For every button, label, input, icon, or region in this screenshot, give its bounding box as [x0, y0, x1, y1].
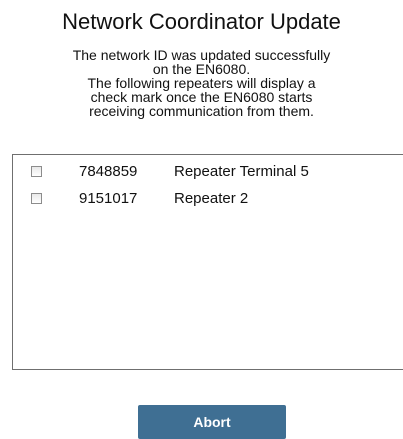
page-title: Network Coordinator Update — [62, 9, 341, 34]
message-line: on the EN6080. — [152, 61, 251, 77]
repeater-list[interactable]: 7848859 Repeater Terminal 5 9151017 Repe… — [12, 154, 403, 370]
repeater-checkbox[interactable] — [31, 193, 42, 204]
message-line: The following repeaters will display a — [87, 75, 316, 91]
message-line: check mark once the EN6080 starts — [90, 89, 313, 105]
status-message: The network ID was updated successfully … — [0, 48, 403, 118]
repeater-name: Repeater 2 — [174, 190, 249, 207]
repeater-id: 7848859 — [79, 163, 138, 180]
repeater-row[interactable]: 9151017 Repeater 2 — [13, 188, 403, 210]
message-line: The network ID was updated successfully — [72, 47, 331, 63]
repeater-row[interactable]: 7848859 Repeater Terminal 5 — [13, 161, 403, 183]
repeater-id: 9151017 — [79, 190, 138, 207]
repeater-name: Repeater Terminal 5 — [174, 163, 309, 180]
message-line: receiving communication from them. — [89, 103, 314, 119]
abort-button[interactable]: Abort — [138, 405, 286, 439]
repeater-checkbox[interactable] — [31, 166, 42, 177]
